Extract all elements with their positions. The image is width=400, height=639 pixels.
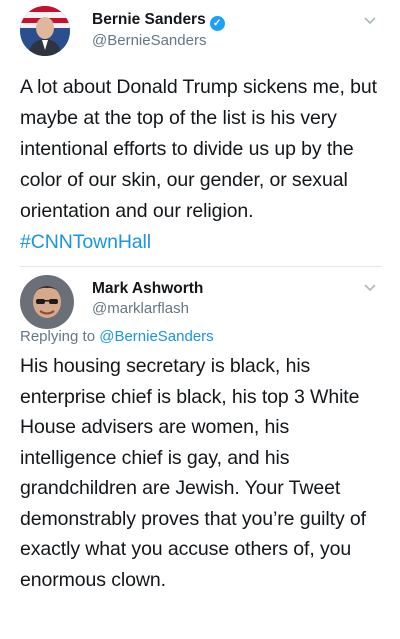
tweet-text: A lot about Donald Trump sickens me, but… xyxy=(20,72,382,258)
avatar-mark[interactable] xyxy=(20,275,74,329)
name-block: Bernie Sanders ✓ @BernieSanders xyxy=(92,10,225,51)
verified-badge-icon: ✓ xyxy=(209,16,225,31)
avatar-image xyxy=(20,275,74,329)
chevron-down-icon[interactable] xyxy=(362,279,378,295)
replying-to-label: Replying to xyxy=(20,328,100,345)
tweet-body: His housing secretary is black, his ente… xyxy=(20,355,366,591)
user-handle[interactable]: @marklarflash xyxy=(92,299,203,319)
display-name[interactable]: Bernie Sanders xyxy=(92,10,206,30)
tweet-text: His housing secretary is black, his ente… xyxy=(20,351,382,595)
tweet-body: A lot about Donald Trump sickens me, but… xyxy=(20,76,377,222)
replying-to: Replying to @BernieSanders xyxy=(20,327,382,347)
tweet-header: Bernie Sanders ✓ @BernieSanders xyxy=(20,0,382,56)
chevron-down-icon[interactable] xyxy=(362,12,378,28)
avatar-image xyxy=(20,6,70,56)
tweet-header: Mark Ashworth @marklarflash xyxy=(20,267,382,329)
name-block: Mark Ashworth @marklarflash xyxy=(92,279,203,319)
hashtag-link[interactable]: #CNNTownHall xyxy=(20,231,151,253)
tweet-reply: Mark Ashworth @marklarflash Replying to … xyxy=(0,267,400,595)
display-name[interactable]: Mark Ashworth xyxy=(92,279,203,299)
avatar-bernie[interactable] xyxy=(20,6,70,56)
user-handle[interactable]: @BernieSanders xyxy=(92,31,225,51)
mention-link[interactable]: @BernieSanders xyxy=(99,328,213,345)
tweet-bernie: Bernie Sanders ✓ @BernieSanders A lot abo… xyxy=(0,0,400,267)
